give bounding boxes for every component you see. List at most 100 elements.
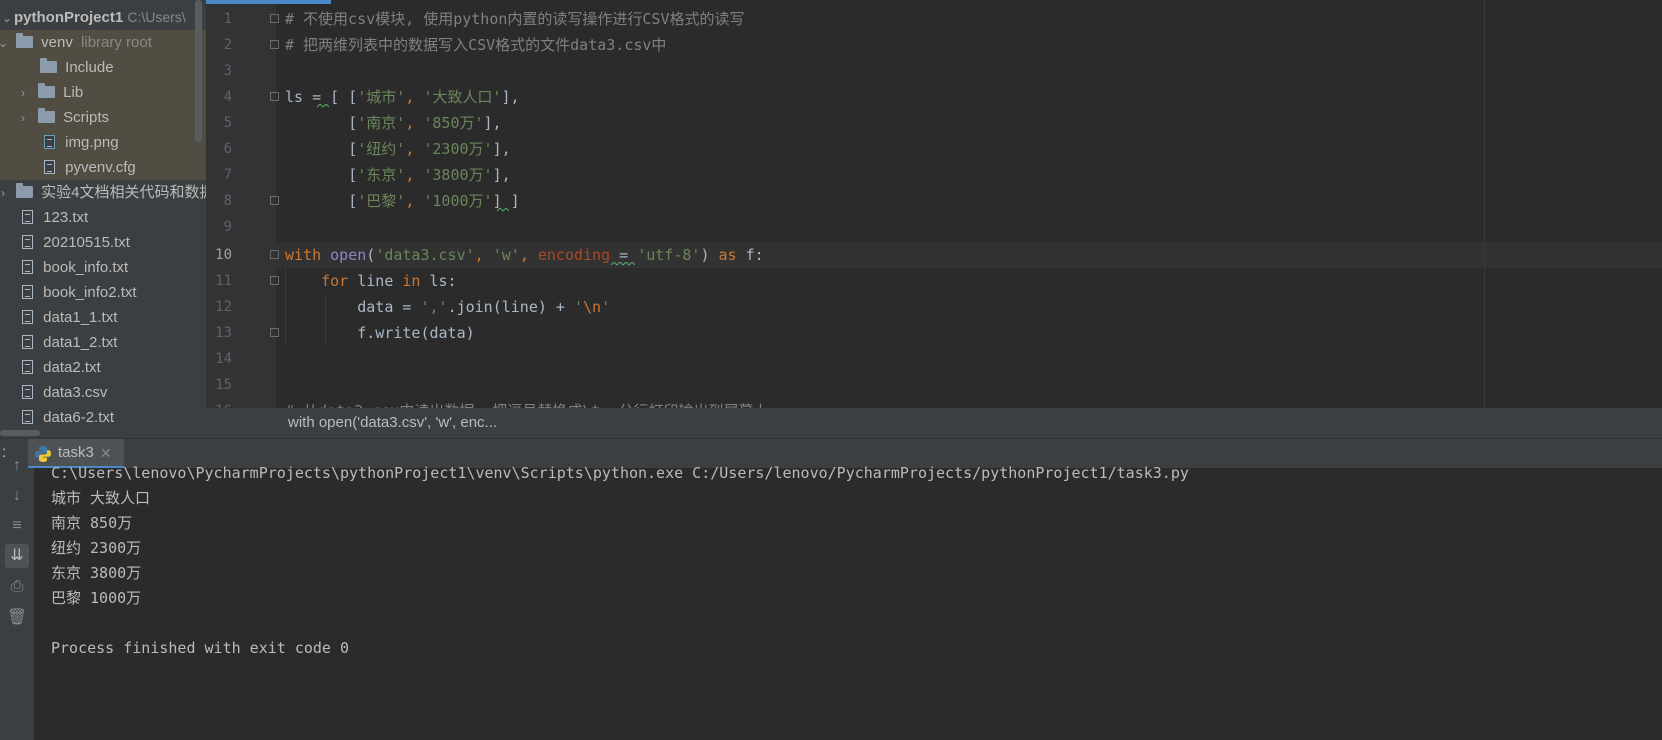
tree-item-label: venv	[41, 34, 73, 51]
tree-item-label: Lib	[63, 84, 84, 101]
soft-wrap-icon[interactable]: ≡	[5, 514, 29, 538]
code-token: ],	[501, 88, 520, 106]
string-token: 'utf-8'	[637, 246, 701, 264]
keyword-token: as	[718, 246, 737, 264]
tree-item-label: data1_1.txt	[43, 309, 118, 326]
tree-item-file[interactable]: 20210515.txt	[0, 230, 206, 255]
tree-item-file[interactable]: data1_2.txt	[0, 330, 206, 355]
chevron-right-icon[interactable]: ›	[16, 106, 30, 131]
fold-marker-icon[interactable]	[270, 328, 279, 337]
string-token: '东京'	[357, 166, 406, 184]
arrow-up-icon[interactable]: ↑	[5, 454, 29, 478]
string-token: '	[574, 298, 584, 316]
param-token: encoding	[537, 246, 611, 264]
keyword-token: with	[285, 246, 322, 264]
code-token: [	[285, 192, 358, 210]
fold-marker-icon[interactable]	[270, 276, 279, 285]
console-line: 城市 大致人口	[51, 489, 151, 507]
breadcrumb-item[interactable]: with open('data3.csv', 'w', enc...	[288, 408, 497, 438]
tree-item-include[interactable]: Include	[0, 55, 206, 80]
keyword-token: for	[321, 272, 349, 290]
typo-squiggle	[611, 262, 635, 266]
fold-marker-icon[interactable]	[270, 14, 279, 23]
string-token: '850万'	[423, 114, 484, 132]
tree-item-label: 实验4文档相关代码和数据	[41, 184, 206, 201]
tree-item-file[interactable]: 123.txt	[0, 205, 206, 230]
code-token: ls:	[420, 272, 457, 290]
vertical-scrollbar[interactable]	[195, 0, 202, 142]
text-file-icon	[22, 235, 33, 249]
tree-item-file[interactable]: data2.txt	[0, 355, 206, 380]
tree-item-lib[interactable]: › Lib	[0, 80, 206, 105]
project-tree-panel: ⌄ pythonProject1 C:\Users\ ⌄ venv library…	[0, 0, 206, 440]
fold-marker-icon[interactable]	[270, 196, 279, 205]
project-root-label: pythonProject1	[14, 9, 124, 26]
fold-marker-icon[interactable]	[270, 250, 279, 259]
line-number: 1	[223, 11, 232, 27]
library-root-label: library root	[81, 34, 152, 51]
python-icon	[35, 446, 51, 462]
chevron-down-icon[interactable]: ⌄	[0, 6, 14, 31]
tree-item-file[interactable]: data3.csv	[0, 380, 206, 405]
chevron-down-icon[interactable]: ⌄	[0, 31, 10, 56]
code-line-6: ['纽约', '2300万'],	[285, 136, 511, 162]
fold-marker-icon[interactable]	[270, 92, 279, 101]
tree-item-file[interactable]: data6-2.txt	[0, 405, 206, 430]
print-icon[interactable]: ⎙	[5, 575, 29, 599]
editor-tab-indicator	[206, 0, 331, 4]
horizontal-scrollbar[interactable]	[0, 430, 40, 436]
line-number: 9	[223, 219, 232, 235]
string-token: '3800万'	[423, 166, 493, 184]
folder-icon	[40, 58, 57, 73]
string-token: '南京'	[357, 114, 406, 132]
tree-item-img[interactable]: img.png	[0, 130, 206, 155]
line-number: 16	[206, 398, 232, 408]
tree-item-file[interactable]: book_info2.txt	[0, 280, 206, 305]
tree-item-file[interactable]: data1_1.txt	[0, 305, 206, 330]
code-token: )	[700, 246, 719, 264]
string-token: 'w'	[492, 246, 520, 264]
line-number: 3	[223, 63, 232, 79]
line-number: 14	[215, 351, 232, 367]
code-token: ,	[474, 246, 493, 264]
chevron-right-icon[interactable]: ›	[0, 181, 10, 206]
code-token: ],	[492, 140, 511, 158]
tree-item-venv[interactable]: ⌄ venv library root	[0, 30, 206, 55]
code-token: ,	[405, 192, 424, 210]
string-token: ','	[420, 298, 448, 316]
run-console[interactable]: C:\Users\lenovo\PycharmProjects\pythonPr…	[34, 464, 1662, 740]
text-file-icon	[22, 360, 33, 374]
code-line-1: # 不使用csv模块, 使用python内置的读写操作进行CSV格式的读写	[285, 10, 745, 28]
code-editor[interactable]: 1 2 3 4 5 6 7 8 9 10 11 12 13 14 15 16 #…	[206, 0, 1662, 408]
code-token: ],	[483, 114, 502, 132]
csv-file-icon	[22, 385, 33, 399]
tree-item-label: data1_2.txt	[43, 334, 118, 351]
line-number: 6	[223, 141, 232, 157]
line-number: 13	[215, 325, 232, 341]
folder-icon	[16, 33, 33, 48]
chevron-right-icon[interactable]: ›	[16, 81, 30, 106]
scroll-to-end-icon[interactable]: ⇊	[5, 544, 29, 568]
tree-item-label: pyvenv.cfg	[65, 159, 136, 176]
code-token: ,	[405, 166, 424, 184]
code-token: ,	[519, 246, 538, 264]
text-file-icon	[22, 210, 33, 224]
code-line-11: for line in ls:	[285, 268, 457, 294]
project-root-path: C:\Users\	[127, 9, 186, 25]
trash-icon[interactable]: 🗑	[5, 606, 29, 630]
string-token: '巴黎'	[357, 192, 406, 210]
project-root[interactable]: ⌄ pythonProject1 C:\Users\	[0, 5, 206, 30]
editor-breadcrumb[interactable]: with open('data3.csv', 'w', enc...	[206, 408, 1662, 438]
line-number: 4	[223, 89, 232, 105]
arrow-down-icon[interactable]: ↓	[5, 484, 29, 508]
string-token: '1000万'	[423, 192, 493, 210]
fold-marker-icon[interactable]	[270, 40, 279, 49]
tree-item-pyvenv[interactable]: pyvenv.cfg	[0, 155, 206, 180]
typo-squiggle	[497, 208, 509, 212]
tree-item-file[interactable]: book_info.txt	[0, 255, 206, 280]
tree-item-scripts[interactable]: › Scripts	[0, 105, 206, 130]
line-number-current: 10	[215, 247, 232, 263]
tree-item-folder-exp4[interactable]: › 实验4文档相关代码和数据	[0, 180, 206, 205]
tree-item-label: book_info2.txt	[43, 284, 137, 301]
right-margin-guide	[1484, 0, 1485, 408]
